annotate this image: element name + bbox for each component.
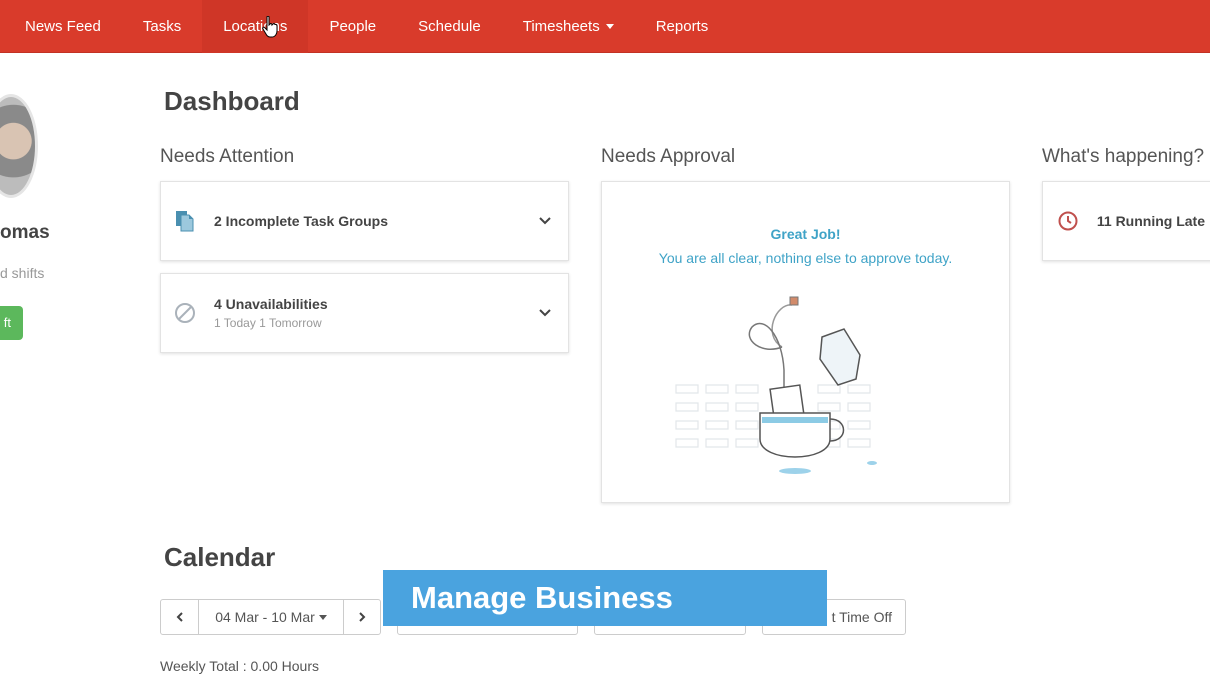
needs-attention-heading: Needs Attention — [160, 146, 295, 167]
hand-cursor-icon — [262, 16, 278, 38]
profile-action-button[interactable]: ft — [0, 306, 23, 340]
next-week-button[interactable] — [343, 599, 381, 635]
top-nav: News Feed Tasks Locations People Schedul… — [0, 0, 1210, 53]
chevron-left-icon — [176, 612, 183, 622]
caption-banner: Manage Business Locations — [383, 570, 827, 671]
prev-week-button[interactable] — [160, 599, 199, 635]
running-late-card[interactable]: 11 Running Late — [1042, 181, 1210, 261]
chevron-down-icon[interactable] — [538, 214, 552, 228]
caret-down-icon — [318, 614, 327, 620]
date-range-dropdown[interactable]: 04 Mar - 10 Mar — [198, 599, 344, 635]
calendar-title: Calendar — [164, 542, 276, 572]
nav-locations[interactable]: Locations — [202, 0, 309, 53]
request-time-off-label: t Time Off — [831, 609, 892, 625]
date-range-label: 04 Mar - 10 Mar — [215, 609, 315, 625]
nav-schedule[interactable]: Schedule — [397, 0, 502, 53]
needs-approval-heading: Needs Approval — [601, 146, 736, 167]
profile-shifts-text: d shifts — [0, 265, 45, 281]
nav-timesheets[interactable]: Timesheets — [502, 0, 635, 53]
page-title: Dashboard — [164, 86, 300, 116]
running-late-label: 11 Running Late — [1096, 213, 1205, 229]
nav-tasks[interactable]: Tasks — [122, 0, 202, 53]
caret-down-icon — [605, 24, 614, 30]
tea-cup-illustration — [675, 296, 877, 474]
nav-timesheets-label: Timesheets — [522, 17, 600, 35]
unavailabilities-label: 4 Unavailabilities — [214, 296, 328, 312]
nav-people[interactable]: People — [308, 0, 397, 53]
nav-reports[interactable]: Reports — [635, 0, 730, 53]
incomplete-task-groups-card[interactable]: 2 Incomplete Task Groups — [160, 181, 569, 261]
chevron-down-icon[interactable] — [538, 306, 552, 320]
unavailabilities-sub: 1 Today 1 Tomorrow — [214, 316, 322, 330]
needs-approval-card: Great Job! You are all clear, nothing el… — [601, 181, 1010, 503]
approval-title: Great Job! — [770, 226, 841, 242]
nav-news-feed[interactable]: News Feed — [4, 0, 122, 53]
profile-name: omas — [0, 222, 50, 243]
whats-happening-heading: What's happening? — [1042, 146, 1205, 167]
prohibited-icon — [173, 301, 197, 325]
avatar[interactable] — [0, 94, 38, 198]
document-icon — [173, 209, 197, 233]
unavailabilities-card[interactable]: 4 Unavailabilities 1 Today 1 Tomorrow — [160, 273, 569, 353]
clock-icon — [1057, 209, 1080, 233]
weekly-total: Weekly Total : 0.00 Hours — [160, 658, 320, 674]
incomplete-task-groups-label: 2 Incomplete Task Groups — [214, 213, 389, 229]
approval-message: You are all clear, nothing else to appro… — [658, 250, 953, 266]
chevron-right-icon — [359, 612, 366, 622]
